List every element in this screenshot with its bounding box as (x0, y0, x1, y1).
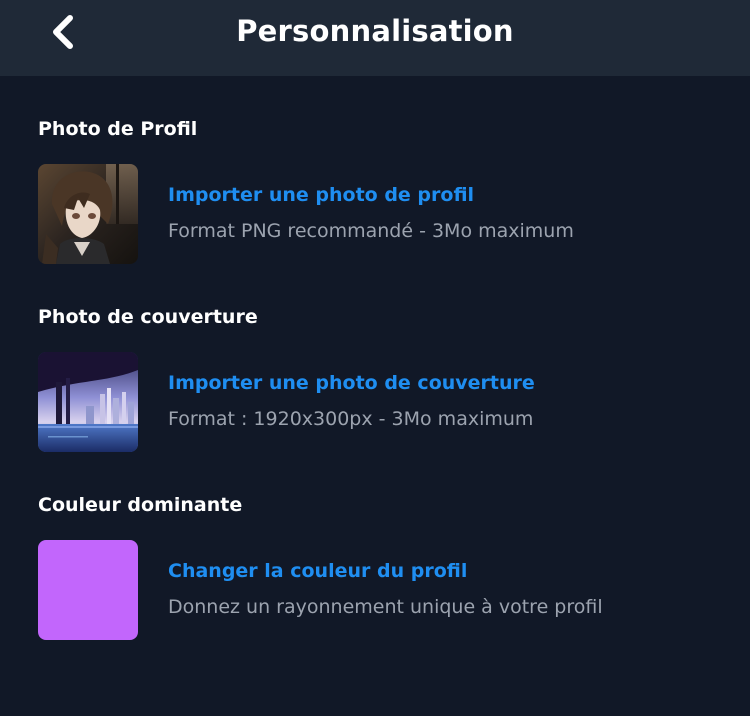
cover-photo-format-hint: Format : 1920x300px - 3Mo maximum (168, 408, 534, 430)
import-cover-photo-link[interactable]: Importer une photo de couverture (168, 372, 535, 394)
profile-photo-format-hint: Format PNG recommandé - 3Mo maximum (168, 220, 574, 242)
page-title: Personnalisation (236, 14, 514, 48)
profile-photo-thumbnail[interactable] (38, 164, 138, 264)
section-title-cover-photo: Photo de couverture (38, 306, 258, 328)
import-profile-photo-link[interactable]: Importer une photo de profil (168, 184, 474, 206)
dominant-color-hint: Donnez un rayonnement unique à votre pro… (168, 596, 603, 618)
section-title-profile-photo: Photo de Profil (38, 118, 198, 140)
dominant-color-swatch[interactable] (38, 540, 138, 640)
cover-photo-thumbnail[interactable] (38, 352, 138, 452)
profile-photo-image (38, 164, 138, 264)
section-title-dominant-color: Couleur dominante (38, 494, 243, 516)
top-bar: Personnalisation (0, 0, 750, 76)
change-profile-color-link[interactable]: Changer la couleur du profil (168, 560, 467, 582)
cover-photo-image (38, 352, 138, 452)
